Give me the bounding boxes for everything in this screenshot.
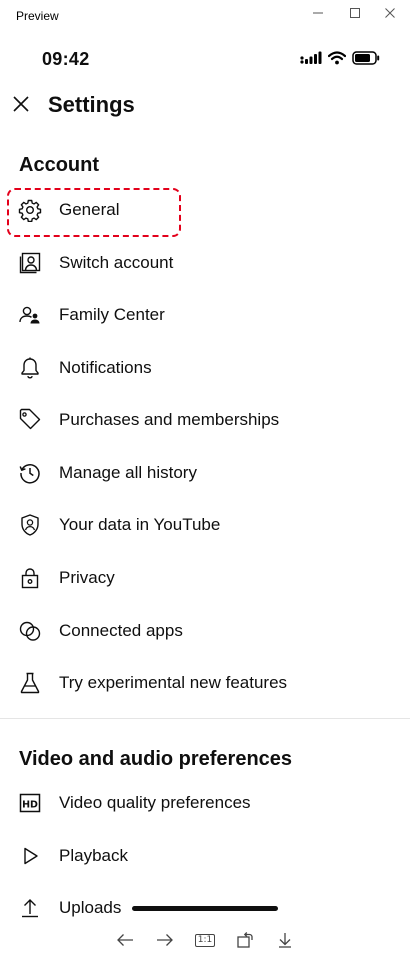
svg-text:HD: HD (22, 799, 38, 810)
settings-item-experimental[interactable]: Try experimental new features (0, 663, 410, 703)
section-title-video-audio: Video and audio preferences (19, 748, 293, 770)
settings-item-label: Manage all history (59, 463, 197, 482)
history-icon (18, 461, 42, 485)
upload-icon (18, 896, 42, 920)
download-button[interactable] (273, 928, 297, 952)
hd-icon: HD (18, 791, 42, 815)
family-center-icon (18, 303, 42, 327)
settings-item-purchases[interactable]: Purchases and memberships (0, 400, 410, 440)
minimize-icon (313, 12, 323, 14)
preview-toolbar: 1:1 (0, 928, 410, 954)
settings-item-label: Privacy (59, 568, 115, 587)
settings-item-manage-history[interactable]: Manage all history (0, 453, 410, 493)
maximize-icon (350, 8, 360, 18)
settings-item-notifications[interactable]: Notifications (0, 348, 410, 388)
battery-icon (352, 51, 380, 65)
forward-button[interactable] (153, 928, 177, 952)
settings-item-label: Uploads (59, 898, 122, 917)
settings-item-switch-account[interactable]: Switch account (0, 243, 410, 283)
settings-item-label: Try experimental new features (59, 673, 288, 692)
download-icon (279, 933, 291, 948)
minimize-button[interactable] (305, 3, 331, 23)
settings-item-label: Connected apps (59, 621, 183, 640)
settings-item-privacy[interactable]: Privacy (0, 558, 410, 598)
arrow-left-icon (117, 934, 133, 946)
rotate-icon (237, 932, 253, 948)
status-time: 09:42 (42, 49, 90, 69)
window-title: Preview (16, 9, 59, 23)
rotate-button[interactable] (233, 928, 257, 952)
lock-icon (18, 566, 42, 590)
tag-icon (18, 408, 42, 432)
window-titlebar: Preview (0, 0, 410, 32)
settings-item-playback[interactable]: Playback (0, 836, 410, 876)
settings-item-label: Video quality preferences (59, 793, 251, 812)
flask-icon (18, 671, 42, 695)
switch-account-icon (18, 251, 42, 275)
settings-item-label: Purchases and memberships (59, 410, 280, 429)
settings-item-label: Switch account (59, 253, 174, 272)
back-button[interactable] (113, 928, 137, 952)
close-settings-button[interactable] (10, 93, 32, 115)
section-divider (0, 718, 410, 719)
arrow-right-icon (157, 934, 173, 946)
home-indicator[interactable] (132, 906, 278, 911)
settings-item-connected-apps[interactable]: Connected apps (0, 611, 410, 651)
bell-icon (18, 356, 42, 380)
section-title-account: Account (19, 154, 99, 176)
settings-item-your-data[interactable]: Your data in YouTube (0, 505, 410, 545)
close-window-button[interactable] (377, 3, 403, 23)
wifi-icon (328, 51, 346, 65)
shield-person-icon (18, 513, 42, 537)
close-window-icon (385, 8, 395, 18)
cellular-signal-icon (300, 51, 322, 64)
settings-item-video-quality[interactable]: HD Video quality preferences (0, 783, 410, 823)
settings-item-label: Notifications (59, 358, 152, 377)
settings-item-label: Family Center (59, 305, 165, 324)
page-title: Settings (48, 92, 135, 117)
connected-apps-icon (18, 619, 42, 643)
close-icon (13, 96, 29, 112)
settings-item-label: Playback (59, 846, 128, 865)
settings-item-label: General (59, 200, 120, 219)
settings-item-family-center[interactable]: Family Center (0, 295, 410, 335)
settings-item-label: Your data in YouTube (59, 515, 221, 534)
play-icon (18, 844, 42, 868)
actual-size-label: 1:1 (194, 933, 216, 947)
status-icons (300, 51, 380, 65)
gear-icon (18, 198, 42, 222)
actual-size-button[interactable]: 1:1 (193, 928, 217, 952)
settings-item-general[interactable]: General (0, 190, 410, 230)
maximize-button[interactable] (342, 3, 368, 23)
